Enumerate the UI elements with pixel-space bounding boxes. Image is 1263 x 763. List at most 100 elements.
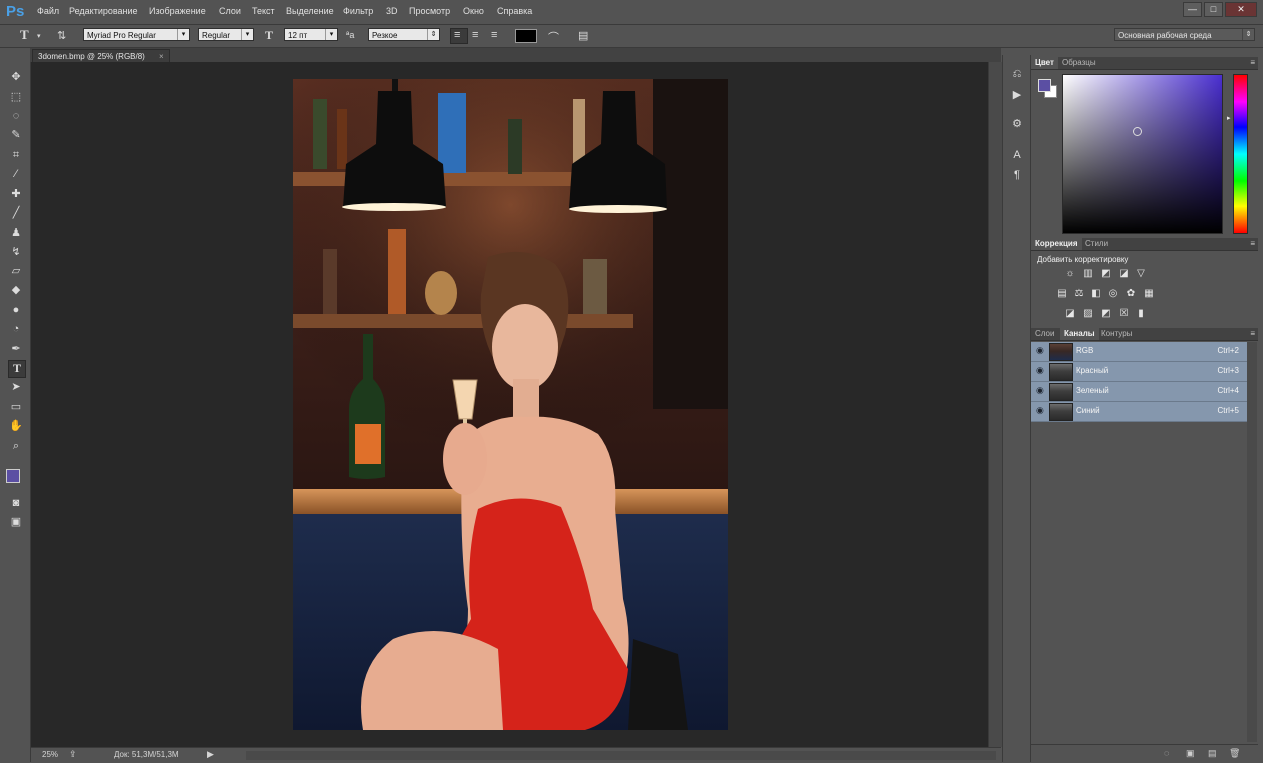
brightness-icon[interactable]: ☼: [1064, 268, 1076, 280]
foreground-color-swatch[interactable]: [1038, 79, 1051, 92]
warp-text-icon[interactable]: ⌒: [548, 29, 559, 45]
horizontal-scrollbar[interactable]: [246, 751, 996, 760]
tab-swatches[interactable]: Образцы: [1058, 57, 1100, 69]
minimize-button[interactable]: —: [1183, 2, 1202, 17]
tool-presets-icon[interactable]: ⚙: [1010, 117, 1024, 131]
vertical-scrollbar[interactable]: [988, 62, 1002, 747]
history-brush-tool-icon[interactable]: ↯: [8, 244, 24, 260]
channel-row-green[interactable]: ◉ Зеленый Ctrl+4: [1031, 382, 1247, 402]
align-left-button[interactable]: ≡: [450, 28, 468, 44]
tab-adjustments[interactable]: Коррекция: [1031, 238, 1082, 250]
blur-tool-icon[interactable]: ●: [8, 302, 24, 318]
share-icon[interactable]: ⇪: [69, 749, 77, 760]
menu-type[interactable]: Текст: [252, 6, 275, 16]
new-channel-icon[interactable]: ▤: [1208, 748, 1217, 759]
character-icon[interactable]: A: [1010, 148, 1024, 162]
rectangle-tool-icon[interactable]: ▭: [8, 399, 24, 415]
crop-tool-icon[interactable]: ⌗: [8, 147, 24, 163]
panel-menu-icon[interactable]: ≡: [1250, 328, 1255, 340]
black-white-icon[interactable]: ◧: [1090, 288, 1102, 300]
lasso-tool-icon[interactable]: ◌: [8, 108, 24, 124]
vibrance-icon[interactable]: ▽: [1135, 268, 1147, 280]
channel-row-blue[interactable]: ◉ Синий Ctrl+5: [1031, 402, 1247, 422]
color-picker-field[interactable]: [1062, 74, 1223, 234]
type-tool-icon[interactable]: T: [8, 360, 26, 378]
eyedropper-tool-icon[interactable]: ⁄: [8, 166, 24, 182]
quick-select-tool-icon[interactable]: ✎: [8, 127, 24, 143]
menu-view[interactable]: Просмотр: [409, 6, 450, 16]
color-balance-icon[interactable]: ⚖: [1073, 288, 1085, 300]
paint-bucket-tool-icon[interactable]: ◆: [8, 282, 24, 298]
channels-scrollbar[interactable]: [1247, 342, 1257, 742]
font-family-select[interactable]: Myriad Pro Regular ▾: [83, 28, 190, 41]
zoom-level[interactable]: 25%: [42, 750, 58, 759]
hue-slider[interactable]: [1233, 74, 1248, 234]
menu-layers[interactable]: Слои: [219, 6, 241, 16]
curves-icon[interactable]: ◩: [1100, 268, 1112, 280]
posterize-icon[interactable]: ▨: [1082, 308, 1094, 320]
hue-saturation-icon[interactable]: ▤: [1056, 288, 1068, 300]
dodge-tool-icon[interactable]: ◔: [8, 321, 24, 337]
color-lookup-icon[interactable]: ▦: [1143, 288, 1155, 300]
align-center-icon[interactable]: ≡: [472, 29, 478, 41]
paragraph-icon[interactable]: ¶: [1010, 168, 1024, 182]
channel-row-rgb[interactable]: ◉ RGB Ctrl+2: [1031, 342, 1247, 362]
save-selection-icon[interactable]: ▣: [1186, 748, 1195, 759]
foreground-color-swatch[interactable]: [6, 469, 20, 483]
visibility-eye-icon[interactable]: ◉: [1036, 405, 1044, 416]
threshold-icon[interactable]: ◩: [1100, 308, 1112, 320]
move-tool-icon[interactable]: ✥: [8, 69, 24, 85]
document-image[interactable]: [293, 79, 728, 730]
selective-color-icon[interactable]: ☒: [1118, 308, 1130, 320]
type-tool-icon[interactable]: T: [20, 27, 29, 43]
hue-slider-arrow-icon[interactable]: ▸: [1227, 114, 1231, 122]
tab-styles[interactable]: Стили: [1081, 238, 1112, 250]
menu-window[interactable]: Окно: [463, 6, 484, 16]
zoom-tool-icon[interactable]: ⌕: [8, 438, 24, 454]
status-menu-arrow-icon[interactable]: ▶: [207, 749, 214, 760]
channel-row-red[interactable]: ◉ Красный Ctrl+3: [1031, 362, 1247, 382]
quick-mask-icon[interactable]: ◙: [8, 495, 24, 511]
font-style-select[interactable]: Regular ▾: [198, 28, 254, 41]
menu-3d[interactable]: 3D: [386, 6, 398, 16]
antialias-select[interactable]: Резкое ⇕: [368, 28, 440, 41]
maximize-button[interactable]: □: [1204, 2, 1223, 17]
clone-stamp-tool-icon[interactable]: ♟: [8, 225, 24, 241]
document-tab[interactable]: 3domen.bmp @ 25% (RGB/8) ×: [32, 49, 170, 62]
visibility-eye-icon[interactable]: ◉: [1036, 385, 1044, 396]
photo-filter-icon[interactable]: ◎: [1107, 288, 1119, 300]
character-panel-icon[interactable]: ▤: [578, 29, 588, 42]
panel-menu-icon[interactable]: ≡: [1250, 57, 1255, 69]
visibility-eye-icon[interactable]: ◉: [1036, 345, 1044, 356]
workspace-select[interactable]: Основная рабочая среда ⇕: [1114, 28, 1255, 41]
text-orientation-icon[interactable]: ⇅: [57, 29, 66, 42]
invert-icon[interactable]: ◪: [1064, 308, 1076, 320]
menu-file[interactable]: Файл: [37, 6, 59, 16]
menu-edit[interactable]: Редактирование: [69, 6, 138, 16]
menu-select[interactable]: Выделение: [286, 6, 334, 16]
gradient-map-icon[interactable]: ▮: [1135, 308, 1147, 320]
levels-icon[interactable]: ▥: [1082, 268, 1094, 280]
tab-layers[interactable]: Слои: [1031, 328, 1058, 340]
channel-mixer-icon[interactable]: ✿: [1125, 288, 1137, 300]
tab-paths[interactable]: Контуры: [1097, 328, 1136, 340]
text-color-swatch[interactable]: [515, 29, 537, 43]
tab-color[interactable]: Цвет: [1031, 57, 1058, 69]
align-right-icon[interactable]: ≡: [491, 29, 497, 41]
tab-channels[interactable]: Каналы: [1060, 328, 1099, 340]
menu-image[interactable]: Изображение: [149, 6, 206, 16]
visibility-eye-icon[interactable]: ◉: [1036, 365, 1044, 376]
delete-channel-icon[interactable]: 🗑: [1229, 748, 1240, 759]
panel-menu-icon[interactable]: ≡: [1250, 238, 1255, 250]
menu-help[interactable]: Справка: [497, 6, 532, 16]
exposure-icon[interactable]: ◪: [1118, 268, 1130, 280]
color-picker-cursor[interactable]: [1133, 127, 1142, 136]
close-button[interactable]: ✕: [1225, 2, 1257, 17]
screen-mode-icon[interactable]: ▣: [8, 514, 24, 530]
load-selection-icon[interactable]: ◌: [1164, 748, 1169, 758]
healing-brush-tool-icon[interactable]: ✚: [8, 186, 24, 202]
font-size-select[interactable]: 12 пт ▾: [284, 28, 338, 41]
history-icon[interactable]: ⎌: [1010, 67, 1024, 81]
menu-filter[interactable]: Фильтр: [343, 6, 373, 16]
hand-tool-icon[interactable]: ✋: [8, 418, 24, 434]
